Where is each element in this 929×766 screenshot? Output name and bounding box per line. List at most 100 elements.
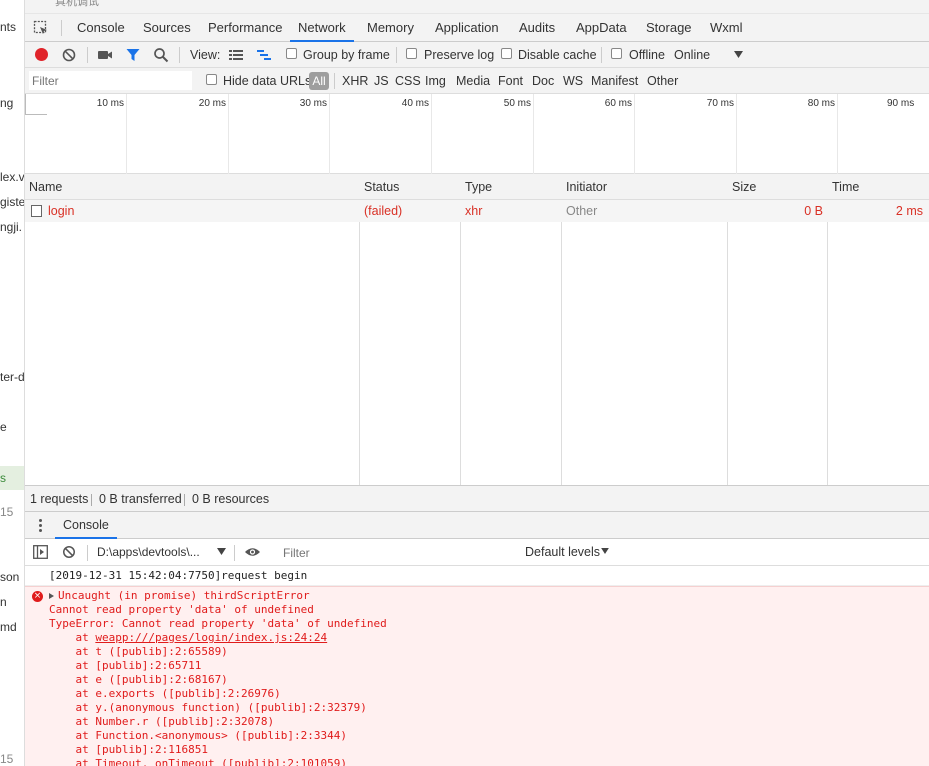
- tab-appdata[interactable]: AppData: [568, 14, 635, 42]
- hide-data-urls-checkbox[interactable]: [206, 74, 217, 85]
- stack-frame: at [publib]:2:65711: [49, 659, 202, 672]
- left-fragment: ng: [0, 96, 14, 110]
- document-icon: [31, 205, 42, 217]
- timeline-gridline: [228, 94, 229, 174]
- drawer-tab-console[interactable]: Console: [55, 512, 117, 539]
- eye-icon[interactable]: [244, 546, 261, 558]
- error-message-line: TypeError: Cannot read property 'data' o…: [49, 617, 387, 630]
- source-link[interactable]: weapp:///pages/login/index.js:24:24: [95, 631, 327, 644]
- disable-cache-checkbox[interactable]: [501, 48, 512, 59]
- list-view-icon[interactable]: [228, 47, 244, 63]
- summary-separator: [91, 494, 92, 506]
- tabbar-separator: [61, 20, 62, 36]
- toolbar-separator: [396, 47, 397, 63]
- stack-frame: at weapp:///pages/login/index.js:24:24: [49, 631, 327, 645]
- group-by-frame-label: Group by frame: [303, 48, 390, 62]
- network-toolbar: View: Group by frame Preserve log Disabl…: [25, 42, 929, 68]
- type-filter-manifest[interactable]: Manifest: [591, 74, 638, 88]
- type-filter-other[interactable]: Other: [647, 74, 678, 88]
- waterfall-view-icon[interactable]: [256, 47, 272, 63]
- type-filter-doc[interactable]: Doc: [532, 74, 554, 88]
- chevron-down-icon[interactable]: [734, 51, 743, 58]
- left-fragment: ngji.: [0, 220, 23, 234]
- show-sidebar-icon[interactable]: [33, 545, 48, 559]
- left-fragment: lex.v: [0, 170, 25, 184]
- chevron-down-icon[interactable]: [217, 548, 226, 555]
- console-log-message: [2019-12-31 15:42:04:7750]request begin: [25, 566, 929, 586]
- tab-storage[interactable]: Storage: [638, 14, 700, 42]
- context-selector[interactable]: D:\apps\devtools\...: [97, 545, 200, 559]
- expand-triangle-icon[interactable]: [49, 593, 54, 599]
- tab-memory[interactable]: Memory: [359, 14, 422, 42]
- type-filter-js[interactable]: JS: [374, 74, 389, 88]
- left-fragment: s: [0, 471, 6, 485]
- inspect-element-icon[interactable]: [33, 20, 49, 36]
- error-header-text: Uncaught (in promise) thirdScriptError: [58, 589, 310, 602]
- type-filter-font[interactable]: Font: [498, 74, 523, 88]
- cell-initiator: Other: [566, 204, 598, 218]
- timeline-overview[interactable]: 10 ms 20 ms 30 ms 40 ms 50 ms 60 ms 70 m…: [25, 94, 929, 174]
- stack-frame: at t ([publib]:2:65589): [49, 645, 228, 658]
- preserve-log-checkbox[interactable]: [406, 48, 417, 59]
- tab-application[interactable]: Application: [427, 14, 507, 42]
- filter-funnel-icon[interactable]: [125, 47, 141, 63]
- console-output[interactable]: [2019-12-31 15:42:04:7750]request begin …: [25, 566, 929, 766]
- left-fragment: md: [0, 620, 17, 634]
- transferred-size: 0 B transferred: [99, 492, 182, 506]
- column-header-initiator[interactable]: Initiator: [562, 174, 607, 200]
- left-fragment: son: [0, 570, 20, 584]
- timeline-tick: 20 ms: [198, 98, 226, 109]
- toolbar-separator: [234, 545, 235, 561]
- table-header: Name Status Type Initiator Size Time: [25, 174, 929, 200]
- throttling-select[interactable]: Online: [674, 48, 710, 62]
- table-row[interactable]: login (failed) xhr Other 0 B 2 ms: [25, 200, 929, 222]
- type-filter-all[interactable]: All: [309, 72, 329, 90]
- left-editor-strip: nts ng lex.v giste ngji. ter-d e s 15 so…: [0, 0, 25, 766]
- stack-frame: at Number.r ([publib]:2:32078): [49, 715, 275, 728]
- tab-sources[interactable]: Sources: [135, 14, 199, 42]
- left-selected-item[interactable]: s: [0, 466, 24, 490]
- requests-count: 1 requests: [30, 492, 89, 506]
- clear-icon[interactable]: [61, 47, 77, 63]
- video-camera-icon[interactable]: [97, 47, 113, 63]
- type-filter-xhr[interactable]: XHR: [342, 74, 368, 88]
- filter-bar: Hide data URLs All XHR JS CSS Img Media …: [25, 68, 929, 94]
- tab-network[interactable]: Network: [290, 14, 354, 42]
- type-filter-media[interactable]: Media: [456, 74, 490, 88]
- error-header[interactable]: Uncaught (in promise) thirdScriptError: [49, 589, 310, 603]
- search-icon[interactable]: [153, 47, 169, 63]
- tab-console[interactable]: Console: [69, 14, 133, 42]
- timeline-gridline: [329, 94, 330, 174]
- column-header-type[interactable]: Type: [461, 174, 492, 200]
- more-tools-icon[interactable]: [39, 519, 42, 533]
- timeline-gridline: [533, 94, 534, 174]
- console-filter-input[interactable]: [277, 543, 517, 562]
- tab-wxml[interactable]: Wxml: [702, 14, 751, 42]
- column-header-size[interactable]: Size: [728, 174, 756, 200]
- clear-console-icon[interactable]: [62, 545, 76, 559]
- drawer-tabbar: Console: [25, 512, 929, 539]
- stack-frame: at e ([publib]:2:68167): [49, 673, 228, 686]
- column-header-name[interactable]: Name: [25, 174, 62, 200]
- log-levels-select[interactable]: Default levels: [525, 545, 600, 559]
- offline-checkbox[interactable]: [611, 48, 622, 59]
- column-header-time[interactable]: Time: [828, 174, 859, 200]
- console-error-message: × Uncaught (in promise) thirdScriptError…: [25, 586, 929, 766]
- tab-performance[interactable]: Performance: [200, 14, 290, 42]
- resources-size: 0 B resources: [192, 492, 270, 506]
- network-filter-input[interactable]: [29, 71, 192, 90]
- type-filter-css[interactable]: CSS: [395, 74, 421, 88]
- type-filter-ws[interactable]: WS: [563, 74, 583, 88]
- console-toolbar: D:\apps\devtools\... Default levels: [25, 539, 929, 566]
- tab-audits[interactable]: Audits: [511, 14, 563, 42]
- group-by-frame-checkbox[interactable]: [286, 48, 297, 59]
- left-fragment: n: [0, 595, 7, 609]
- column-header-status[interactable]: Status: [360, 174, 399, 200]
- error-message-line: Cannot read property 'data' of undefined: [49, 603, 314, 616]
- chevron-down-icon[interactable]: [601, 548, 609, 554]
- timeline-gridline: [634, 94, 635, 174]
- type-filter-img[interactable]: Img: [425, 74, 446, 88]
- timeline-tick: 40 ms: [401, 98, 429, 109]
- view-label: View:: [190, 48, 221, 62]
- record-button[interactable]: [35, 48, 48, 61]
